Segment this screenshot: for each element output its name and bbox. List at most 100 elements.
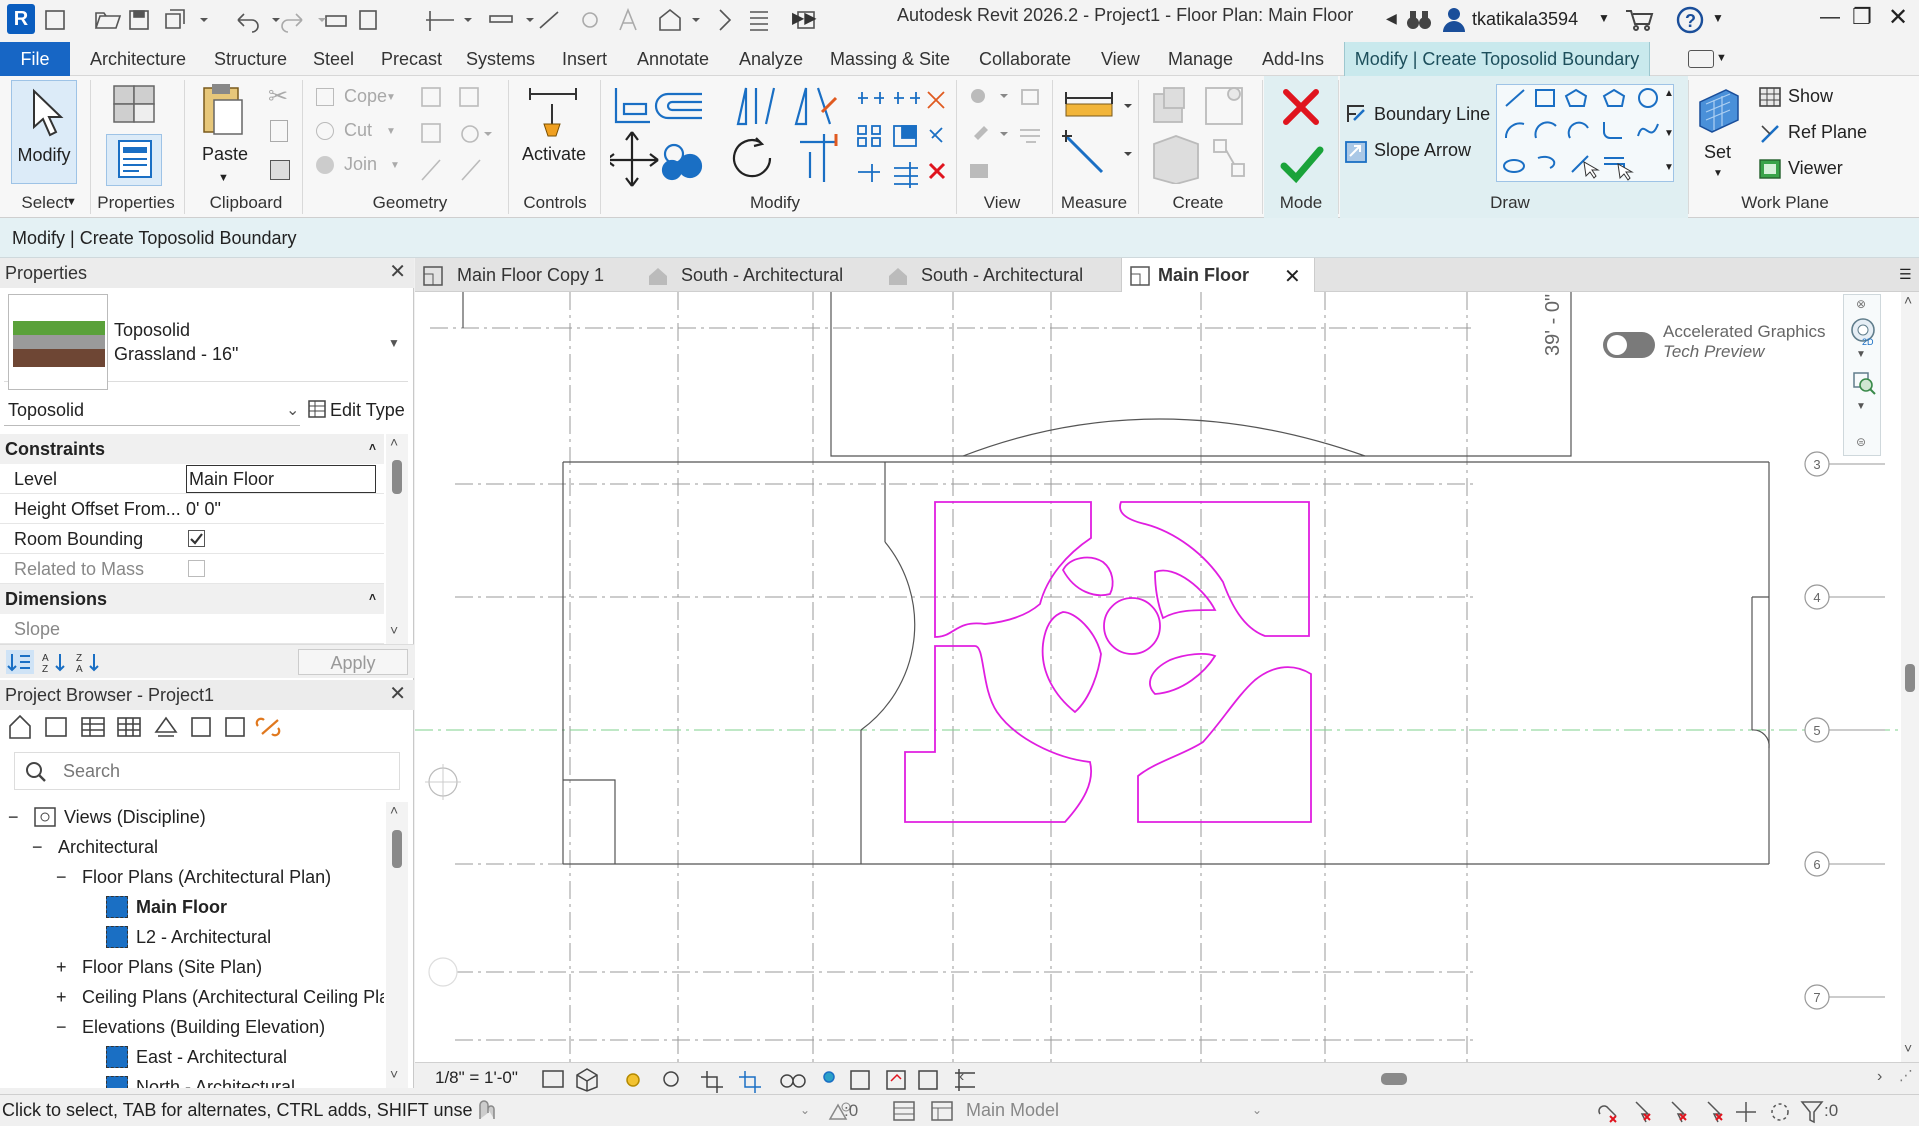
dimensions-section[interactable]: Dimensions ˄ bbox=[0, 584, 384, 614]
cope-button[interactable]: Cope bbox=[344, 86, 387, 107]
set-work-plane-icon[interactable] bbox=[1696, 86, 1742, 134]
collapse-icon[interactable]: ˄ bbox=[369, 432, 376, 462]
chevron-down-icon[interactable]: ▼ bbox=[388, 336, 400, 350]
show-button[interactable]: Show bbox=[1788, 86, 1833, 107]
room-bounding-checkbox[interactable] bbox=[188, 530, 205, 547]
match-type-icon[interactable] bbox=[270, 160, 290, 180]
tree-item-architectural[interactable]: Architectural bbox=[58, 832, 158, 862]
chevron-down-icon[interactable]: ⌄ bbox=[1252, 1103, 1262, 1117]
cope-dropdown-icon[interactable]: ▼ bbox=[386, 92, 396, 103]
tab-precast[interactable]: Precast bbox=[381, 42, 442, 76]
main-model-icon[interactable] bbox=[930, 1099, 954, 1123]
tree-item-east-architectural[interactable]: East - Architectural bbox=[136, 1042, 287, 1072]
restore-button[interactable]: ❐ bbox=[1852, 4, 1872, 30]
ref-plane-icon[interactable] bbox=[1758, 122, 1782, 144]
collapse-icon[interactable]: ˄ bbox=[369, 582, 376, 612]
tab-collaborate[interactable]: Collaborate bbox=[979, 42, 1071, 76]
scroll-up-icon[interactable]: ˄ bbox=[1904, 292, 1912, 308]
tree-item-floor-plans-site[interactable]: Floor Plans (Site Plan) bbox=[82, 952, 262, 982]
tab-steel[interactable]: Steel bbox=[313, 42, 354, 76]
sort-ascending-icon[interactable]: AZ bbox=[42, 650, 68, 674]
height-offset-field[interactable]: 0' 0" bbox=[186, 494, 376, 524]
minimize-button[interactable]: — bbox=[1820, 6, 1840, 29]
close-project-browser-icon[interactable]: ✕ bbox=[389, 684, 406, 704]
scroll-down-icon[interactable]: ˅ bbox=[390, 622, 398, 638]
resize-grip-icon[interactable]: ⋰ bbox=[1899, 1067, 1913, 1084]
apply-button[interactable]: Apply bbox=[298, 649, 408, 675]
boundary-line-icon[interactable] bbox=[1344, 102, 1368, 126]
close-window-button[interactable]: ✕ bbox=[1888, 3, 1908, 32]
finish-edit-mode-icon[interactable] bbox=[1280, 144, 1324, 184]
type-properties-icon[interactable] bbox=[108, 82, 160, 130]
level-field[interactable]: Main Floor bbox=[186, 465, 376, 493]
help-dropdown-icon[interactable]: ▼ bbox=[1712, 11, 1724, 25]
scroll-thumb[interactable] bbox=[1381, 1073, 1407, 1085]
selection-options-icons[interactable] bbox=[1596, 1098, 1836, 1124]
zoom-region-icon[interactable] bbox=[1852, 371, 1876, 395]
design-options-icon[interactable] bbox=[892, 1099, 916, 1123]
activate-icon[interactable] bbox=[526, 84, 580, 140]
copy-icon[interactable] bbox=[270, 120, 288, 142]
tree-toggle-icon[interactable]: − bbox=[8, 802, 19, 832]
drawing-area[interactable]: 39' - 0" 3 4 5 6 7 Accelerated Graphics … bbox=[415, 292, 1901, 1062]
join-dropdown-icon[interactable]: ▼ bbox=[390, 160, 400, 171]
activate-button[interactable]: Activate bbox=[522, 144, 586, 165]
sort-descending-icon[interactable]: ZA bbox=[76, 650, 102, 674]
tab-insert[interactable]: Insert bbox=[562, 42, 607, 76]
view-tab-main-floor-active[interactable]: Main Floor ✕ bbox=[1121, 258, 1315, 293]
tab-architecture[interactable]: Architecture bbox=[90, 42, 186, 76]
tree-toggle-icon[interactable]: − bbox=[32, 832, 43, 862]
type-selector[interactable]: Toposolid Grassland - 16" ▼ bbox=[4, 292, 408, 390]
instance-filter[interactable]: Toposolid ⌄ bbox=[4, 396, 300, 426]
chevron-left-icon[interactable]: ◀ bbox=[1386, 10, 1397, 27]
chevron-down-icon[interactable]: ▼ bbox=[1856, 349, 1866, 360]
view-scale[interactable]: 1/8" = 1'-0" bbox=[435, 1068, 518, 1088]
scroll-up-icon[interactable]: ˄ bbox=[390, 434, 398, 450]
measure-tools-icons[interactable] bbox=[1062, 84, 1138, 180]
browser-scrollbar[interactable]: ˄ ˅ bbox=[386, 802, 408, 1088]
close-properties-icon[interactable]: ✕ bbox=[389, 262, 406, 282]
join-icon[interactable] bbox=[316, 156, 334, 174]
join-button[interactable]: Join bbox=[344, 154, 377, 175]
tab-view[interactable]: View bbox=[1101, 42, 1140, 76]
scroll-thumb[interactable] bbox=[392, 830, 402, 868]
tree-item-views-discipline[interactable]: Views (Discipline) bbox=[64, 802, 206, 832]
horizontal-scrollbar[interactable] bbox=[975, 1071, 1905, 1087]
modify-tools-icons[interactable] bbox=[610, 82, 950, 190]
tree-item-floor-plans[interactable]: Floor Plans (Architectural Plan) bbox=[82, 862, 331, 892]
boundary-line-button[interactable]: Boundary Line bbox=[1374, 104, 1490, 125]
select-dropdown-icon[interactable]: ▼ bbox=[66, 196, 77, 208]
view-tab-south-architectural-1[interactable]: South - Architectural bbox=[681, 258, 843, 292]
tab-file[interactable]: File bbox=[0, 42, 70, 76]
view-tab-main-floor-copy-1[interactable]: Main Floor Copy 1 bbox=[457, 258, 604, 292]
tree-toggle-icon[interactable]: + bbox=[56, 982, 67, 1012]
slope-arrow-button[interactable]: Slope Arrow bbox=[1374, 140, 1471, 161]
create-tools-icons[interactable] bbox=[1146, 84, 1256, 184]
close-nav-bar-icon[interactable]: ⊗ bbox=[1856, 297, 1866, 311]
viewer-button[interactable]: Viewer bbox=[1788, 158, 1843, 179]
view-tab-south-architectural-2[interactable]: South - Architectural bbox=[921, 258, 1083, 292]
edit-type-button[interactable]: Edit Type bbox=[330, 400, 405, 421]
tab-modify-create-toposolid-boundary[interactable]: Modify | Create Toposolid Boundary bbox=[1344, 42, 1650, 76]
ref-plane-button[interactable]: Ref Plane bbox=[1788, 122, 1867, 143]
scroll-thumb[interactable] bbox=[1905, 664, 1915, 692]
tree-toggle-icon[interactable]: − bbox=[56, 862, 67, 892]
revit-logo[interactable]: R bbox=[7, 4, 35, 34]
scroll-left-icon[interactable]: ‹ bbox=[959, 1068, 964, 1086]
draw-shapes-gallery[interactable] bbox=[1500, 86, 1678, 182]
accelerated-graphics-toggle[interactable] bbox=[1603, 332, 1655, 358]
tree-item-ceiling-plans[interactable]: Ceiling Plans (Architectural Ceiling Pla bbox=[82, 982, 384, 1012]
constraints-section[interactable]: Constraints ˄ bbox=[0, 434, 384, 464]
modify-button[interactable]: Modify bbox=[11, 80, 77, 184]
tree-item-north-architectural[interactable]: North - Architectural bbox=[136, 1072, 295, 1088]
tree-item-l2-architectural[interactable]: L2 - Architectural bbox=[136, 922, 271, 952]
viewer-icon[interactable] bbox=[1758, 158, 1782, 180]
binoculars-icon[interactable] bbox=[1406, 8, 1432, 32]
nav-bar-options-icon[interactable]: ⊜ bbox=[1856, 435, 1866, 449]
geometry-tools-icons[interactable] bbox=[418, 84, 498, 184]
dimension-label[interactable]: 39' - 0" bbox=[1542, 294, 1564, 356]
cope-icon[interactable] bbox=[316, 88, 334, 106]
user-icon[interactable] bbox=[1442, 6, 1466, 32]
set-button[interactable]: Set bbox=[1704, 142, 1731, 163]
tree-toggle-icon[interactable]: + bbox=[56, 952, 67, 982]
